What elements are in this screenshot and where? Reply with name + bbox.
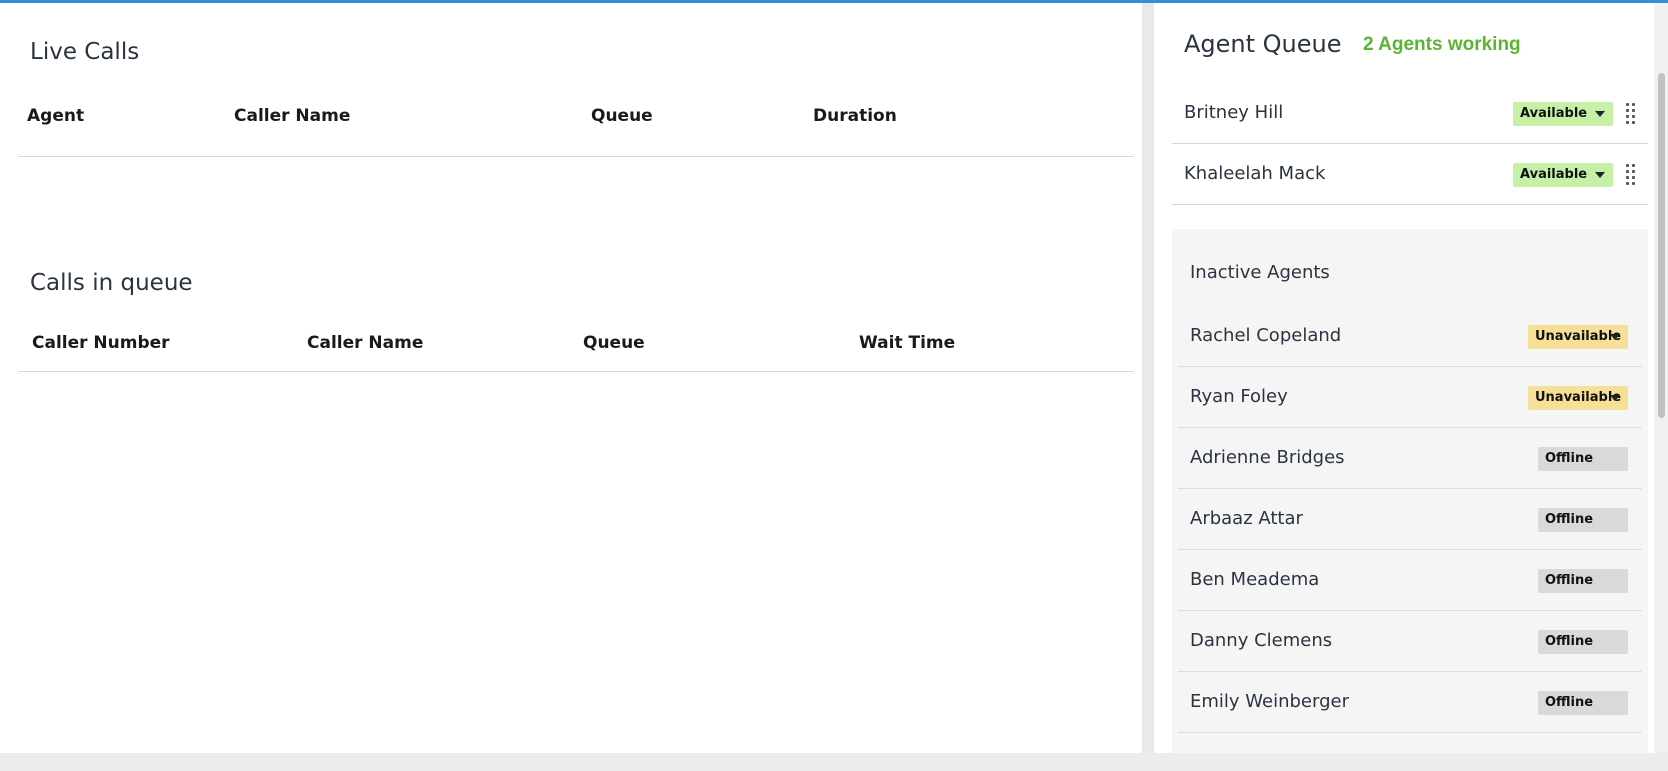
live-calls-col-caller-name[interactable]: Caller Name — [234, 106, 350, 126]
calls-in-queue-header-divider — [18, 371, 1134, 372]
queue-col-queue[interactable]: Queue — [583, 333, 645, 353]
inactive-agents-title: Inactive Agents — [1190, 262, 1330, 283]
scrollbar-thumb[interactable] — [1658, 73, 1665, 418]
calls-panel: Live Calls Agent Caller Name Queue Durat… — [0, 3, 1142, 753]
agent-name: Rachel Copeland — [1190, 325, 1342, 346]
inactive-agent-row[interactable]: Adrienne Bridges Offline — [1178, 428, 1642, 489]
status-dropdown[interactable]: Available — [1513, 102, 1613, 126]
agent-queue-title: Agent Queue — [1184, 30, 1342, 58]
inactive-agent-row[interactable]: Ben Meadema Offline — [1178, 550, 1642, 611]
status-badge[interactable]: Offline — [1538, 691, 1628, 715]
status-dropdown[interactable]: Unavailable — [1528, 325, 1628, 349]
panel-divider[interactable] — [1142, 3, 1154, 753]
caret-down-icon — [1595, 111, 1605, 117]
active-agent-row[interactable]: Britney Hill Available — [1172, 83, 1648, 144]
status-label: Available — [1520, 106, 1588, 121]
live-calls-title: Live Calls — [30, 39, 140, 65]
live-calls-header-divider — [18, 156, 1134, 157]
agent-name: Danny Clemens — [1190, 630, 1333, 651]
status-badge[interactable]: Offline — [1538, 447, 1628, 471]
status-badge[interactable]: Offline — [1538, 508, 1628, 532]
queue-col-caller-number[interactable]: Caller Number — [32, 333, 170, 353]
active-agent-row[interactable]: Khaleelah Mack Available — [1172, 144, 1648, 205]
agent-name: Arbaaz Attar — [1190, 508, 1303, 529]
agent-name: Emily Weinberger — [1190, 691, 1349, 712]
inactive-agent-row[interactable]: Rachel Copeland Unavailable — [1178, 306, 1642, 367]
status-badge[interactable]: Offline — [1538, 630, 1628, 654]
agent-name: Ben Meadema — [1190, 569, 1320, 590]
drag-handle-icon[interactable] — [1625, 101, 1637, 125]
status-dropdown[interactable]: Available — [1513, 163, 1613, 187]
live-calls-col-agent[interactable]: Agent — [27, 106, 84, 126]
status-dropdown[interactable]: Unavailable — [1528, 386, 1628, 410]
inactive-agents-section: Inactive Agents Rachel Copeland Unavaila… — [1172, 229, 1648, 753]
agent-queue-panel: Agent Queue 2 Agents working Britney Hil… — [1154, 3, 1654, 753]
agent-name: Adrienne Bridges — [1190, 447, 1345, 468]
status-badge[interactable]: Offline — [1538, 569, 1628, 593]
live-calls-col-queue[interactable]: Queue — [591, 106, 653, 126]
bottom-bar — [0, 753, 1668, 771]
calls-in-queue-title: Calls in queue — [30, 270, 193, 296]
agent-name: Ryan Foley — [1190, 386, 1288, 407]
inactive-agent-row[interactable]: Danny Clemens Offline — [1178, 611, 1642, 672]
live-calls-col-duration[interactable]: Duration — [813, 106, 897, 126]
inactive-agent-row[interactable]: Emily Weinberger Offline — [1178, 672, 1642, 733]
vertical-scrollbar[interactable] — [1654, 3, 1668, 753]
drag-handle-icon[interactable] — [1625, 162, 1637, 186]
queue-col-wait-time[interactable]: Wait Time — [859, 333, 955, 353]
status-label: Available — [1520, 167, 1588, 182]
inactive-agent-row[interactable]: Ryan Foley Unavailable — [1178, 367, 1642, 428]
status-label: Unavailable — [1535, 329, 1622, 344]
inactive-agent-row[interactable]: Arbaaz Attar Offline — [1178, 489, 1642, 550]
status-label: Unavailable — [1535, 390, 1622, 405]
agent-name: Khaleelah Mack — [1184, 163, 1326, 184]
agent-name: Britney Hill — [1184, 102, 1284, 123]
queue-col-caller-name[interactable]: Caller Name — [307, 333, 423, 353]
agents-working-count: 2 Agents working — [1363, 34, 1521, 55]
caret-down-icon — [1610, 395, 1620, 401]
caret-down-icon — [1595, 172, 1605, 178]
caret-down-icon — [1610, 334, 1620, 340]
